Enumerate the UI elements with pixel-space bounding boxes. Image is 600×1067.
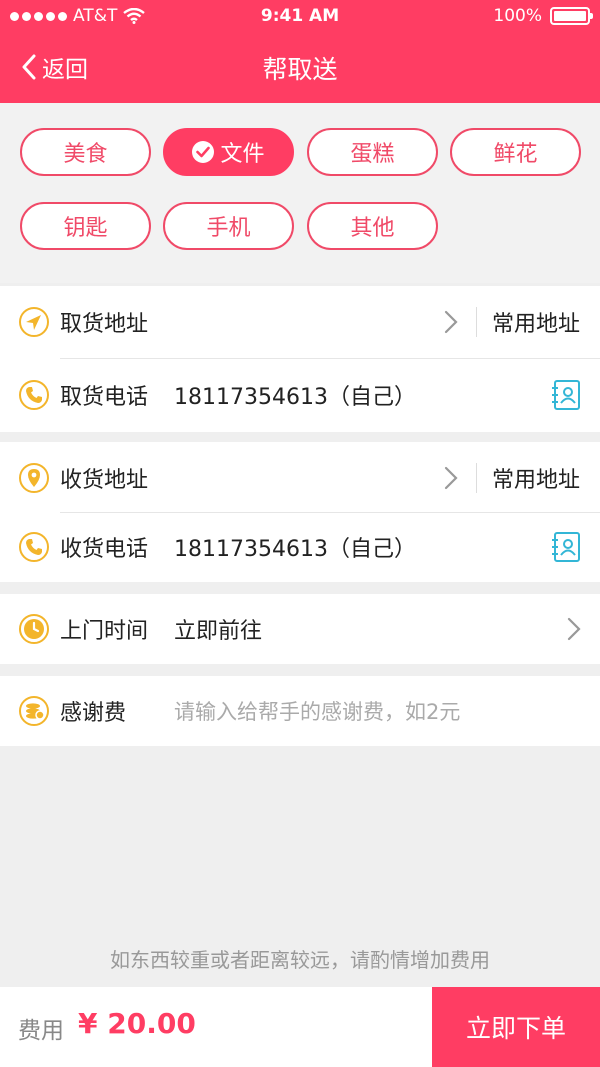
fee-label: 费用 <box>18 1018 64 1044</box>
tip-label: 感谢费 <box>60 701 127 726</box>
pickup-time-label: 上门时间 <box>60 619 149 644</box>
header: AT&T 9:41 AM 100% 返回 帮取送 <box>0 0 600 103</box>
time-card: 上门时间 立即前往 <box>0 594 600 664</box>
category-chip-flower[interactable]: 鲜花 <box>450 128 581 176</box>
delivery-address-label: 收货地址 <box>60 468 149 493</box>
delivery-card: 收货地址 常用地址 收货电话 18117354613（自己） <box>0 442 600 582</box>
chevron-right-icon <box>567 617 581 641</box>
delivery-phone-label: 收货电话 <box>60 537 149 562</box>
pickup-phone-value: 18117354613（自己） <box>174 385 416 410</box>
chip-label: 其他 <box>350 216 395 241</box>
category-area: 美食 文件 蛋糕 鲜花 钥匙 手机 其他 <box>0 103 600 283</box>
pickup-card: 取货地址 常用地址 取货电话 18117354613（自己） <box>0 286 600 432</box>
check-icon <box>192 141 215 163</box>
category-chip-key[interactable]: 钥匙 <box>20 202 151 250</box>
chip-label: 文件 <box>220 142 265 167</box>
pickup-time-row[interactable]: 上门时间 立即前往 <box>0 594 600 664</box>
fee-hint-text: 如东西较重或者距离较远，请酌情增加费用 <box>110 948 490 972</box>
tip-card: 感谢费 请输入给帮手的感谢费，如2元 <box>0 676 600 746</box>
clock-icon <box>19 614 49 644</box>
category-chip-food[interactable]: 美食 <box>20 128 151 176</box>
pickup-address-row[interactable]: 取货地址 常用地址 <box>0 286 600 358</box>
battery-icon <box>550 7 593 25</box>
delivery-phone-row[interactable]: 收货电话 18117354613（自己） <box>0 512 600 582</box>
pickup-phone-row[interactable]: 取货电话 18117354613（自己） <box>0 359 600 431</box>
chip-label: 鲜花 <box>493 142 538 167</box>
back-label: 返回 <box>42 57 88 83</box>
status-bar: AT&T 9:41 AM 100% <box>0 0 600 34</box>
phone-icon <box>19 532 49 562</box>
place-order-button[interactable]: 立即下单 <box>432 987 600 1067</box>
tip-row[interactable]: 感谢费 请输入给帮手的感谢费，如2元 <box>0 676 600 746</box>
category-chip-phone[interactable]: 手机 <box>163 202 294 250</box>
pickup-phone-label: 取货电话 <box>60 385 149 410</box>
pickup-common-address-button[interactable]: 常用地址 <box>492 306 580 338</box>
pickup-address-label: 取货地址 <box>60 312 149 337</box>
divider <box>476 463 477 493</box>
delivery-common-address-button[interactable]: 常用地址 <box>492 462 580 494</box>
contact-book-icon[interactable] <box>550 531 582 563</box>
delivery-phone-value: 18117354613（自己） <box>174 537 416 562</box>
location-pin-icon <box>19 463 49 493</box>
divider <box>476 307 477 337</box>
status-right: 100% <box>493 6 593 26</box>
chip-label: 钥匙 <box>63 216 108 241</box>
footer-bar: 费用 ¥ 20.00 立即下单 <box>0 987 600 1067</box>
category-chip-cake[interactable]: 蛋糕 <box>307 128 438 176</box>
chip-label: 美食 <box>63 142 108 167</box>
chevron-right-icon <box>444 310 458 334</box>
tip-input[interactable]: 请输入给帮手的感谢费，如2元 <box>174 696 460 726</box>
chevron-right-icon <box>444 466 458 490</box>
chevron-left-icon <box>22 54 36 80</box>
contact-book-icon[interactable] <box>550 379 582 411</box>
navigation-arrow-icon <box>19 307 49 337</box>
chip-label: 蛋糕 <box>350 142 395 167</box>
fee-value: ¥ 20.00 <box>78 1007 196 1040</box>
page-title: 帮取送 <box>262 55 338 84</box>
category-chip-other[interactable]: 其他 <box>307 202 438 250</box>
battery-percent: 100% <box>493 6 542 26</box>
pickup-time-value: 立即前往 <box>174 619 263 644</box>
back-button[interactable]: 返回 <box>22 50 88 84</box>
phone-icon <box>19 380 49 410</box>
delivery-address-row[interactable]: 收货地址 常用地址 <box>0 442 600 514</box>
chip-label: 手机 <box>206 216 251 241</box>
coins-icon <box>19 696 49 726</box>
category-chip-document[interactable]: 文件 <box>163 128 294 176</box>
